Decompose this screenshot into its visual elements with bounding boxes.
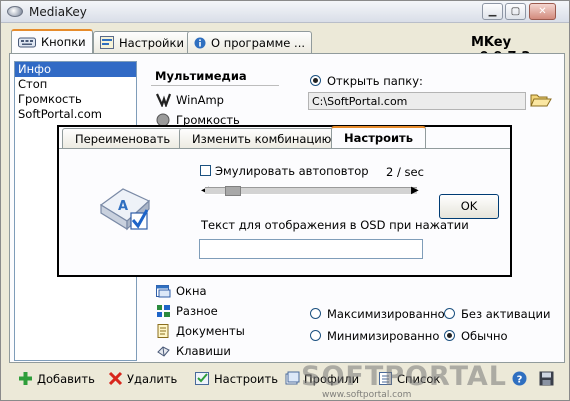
tab-about-label: О программе ...: [211, 36, 305, 50]
radio-normal[interactable]: [444, 330, 455, 341]
add-button[interactable]: Добавить: [18, 371, 95, 386]
radio-no-activation[interactable]: [444, 308, 455, 319]
divider: [151, 85, 279, 86]
osd-label: Текст для отображения в OSD при нажатии: [201, 218, 469, 232]
windows-icon: [156, 284, 171, 298]
minimize-button[interactable]: ▁: [482, 3, 503, 20]
list-item[interactable]: SoftPortal.com: [15, 107, 136, 122]
svg-text:A: A: [118, 199, 128, 214]
keyboard-key-icon: A: [95, 177, 153, 238]
mediakey-window: MediaKey ▁ ▢ ✕ Кнопки Настройки О програ…: [0, 0, 570, 401]
category-item-label: Документы: [176, 324, 245, 338]
delete-button[interactable]: Удалить: [108, 371, 177, 386]
category-item-label: Окна: [176, 284, 207, 298]
maximize-button[interactable]: ▢: [505, 3, 526, 20]
tab-divider: [59, 148, 510, 149]
delete-label: Удалить: [127, 372, 178, 386]
keyboard-icon: [18, 36, 36, 51]
radio-maximized[interactable]: [310, 308, 321, 319]
category-item-documents[interactable]: Документы: [156, 322, 245, 340]
help-icon: ?: [512, 371, 527, 386]
watermark-url: www.softportal.com: [322, 390, 412, 400]
delete-icon: [108, 371, 123, 386]
button-config-dialog: Переименовать Изменить комбинацию Настро…: [57, 125, 512, 277]
option-label: Без активации: [461, 307, 551, 321]
configure-label: Настроить: [214, 372, 279, 386]
option-no-activation[interactable]: Без активации: [444, 307, 551, 321]
documents-icon: [156, 324, 171, 338]
app-icon: [7, 6, 23, 17]
category-title: Мультимедиа: [155, 69, 247, 83]
configure-icon: [195, 371, 210, 386]
save-icon: [539, 371, 554, 386]
close-button[interactable]: ✕: [529, 3, 556, 20]
misc-icon: [156, 304, 171, 318]
option-label: Обычно: [461, 329, 508, 343]
radio-open-folder[interactable]: [310, 75, 321, 86]
open-folder-option[interactable]: Открыть папку:: [310, 74, 423, 88]
autorepeat-checkbox[interactable]: [200, 165, 211, 176]
tab-buttons-label: Кнопки: [41, 35, 86, 49]
option-label: Минимизированно: [327, 329, 440, 343]
folder-open-icon: [530, 94, 552, 112]
window-title: MediaKey: [29, 5, 87, 19]
arrow-right-icon: ▶: [411, 185, 419, 196]
save-button[interactable]: [539, 371, 558, 386]
rate-label: 2 / sec: [386, 165, 424, 179]
category-item-windows[interactable]: Окна: [156, 282, 207, 300]
tab-configure[interactable]: Настроить: [331, 126, 426, 149]
winamp-icon: [155, 93, 172, 109]
keys-icon: [156, 344, 171, 358]
list-item[interactable]: Инфо: [15, 62, 136, 77]
category-item-winamp[interactable]: WinAmp: [155, 91, 224, 109]
option-normal[interactable]: Обычно: [444, 329, 508, 343]
settings-icon: [100, 36, 114, 52]
ok-button[interactable]: OK: [439, 194, 499, 219]
osd-text-input[interactable]: [199, 239, 423, 259]
autorepeat-label: Эмулировать автоповтор: [215, 164, 369, 178]
svg-text:?: ?: [517, 375, 523, 386]
option-maximized[interactable]: Максимизированно: [310, 307, 445, 321]
tab-buttons[interactable]: Кнопки: [11, 29, 93, 54]
radio-minimized[interactable]: [310, 330, 321, 341]
info-icon: [194, 37, 206, 52]
add-label: Добавить: [37, 372, 95, 386]
plus-icon: [18, 371, 33, 386]
rate-slider-thumb[interactable]: [225, 186, 241, 196]
autorepeat-option[interactable]: Эмулировать автоповтор: [200, 164, 369, 178]
help-button[interactable]: ?: [512, 371, 531, 386]
category-item-label: WinAmp: [176, 93, 224, 107]
category-item-keys[interactable]: Клавиши: [156, 342, 231, 360]
option-label: Максимизированно: [327, 307, 445, 321]
list-item[interactable]: Громкость: [15, 92, 136, 107]
tab-settings[interactable]: Настройки: [93, 31, 191, 53]
watermark: SOFTPORTAL: [301, 361, 508, 392]
tab-rename[interactable]: Переименовать: [62, 128, 184, 149]
folder-path-input[interactable]: C:\SoftPortal.com: [308, 92, 526, 110]
tab-settings-label: Настройки: [119, 36, 184, 50]
category-item-label: Клавиши: [176, 344, 231, 358]
open-folder-label: Открыть папку:: [327, 74, 423, 88]
list-item[interactable]: Стоп: [15, 77, 136, 92]
tab-about[interactable]: О программе ...: [187, 31, 312, 53]
title-bar[interactable]: MediaKey ▁ ▢ ✕: [1, 1, 569, 23]
configure-button[interactable]: Настроить: [195, 371, 278, 386]
option-minimized[interactable]: Минимизированно: [310, 329, 439, 343]
profiles-icon: [285, 371, 300, 386]
browse-folder-button[interactable]: [530, 91, 552, 111]
tab-change-combination[interactable]: Изменить комбинацию: [179, 128, 345, 149]
category-item-label: Разное: [176, 304, 218, 318]
category-item-misc[interactable]: Разное: [156, 302, 218, 320]
